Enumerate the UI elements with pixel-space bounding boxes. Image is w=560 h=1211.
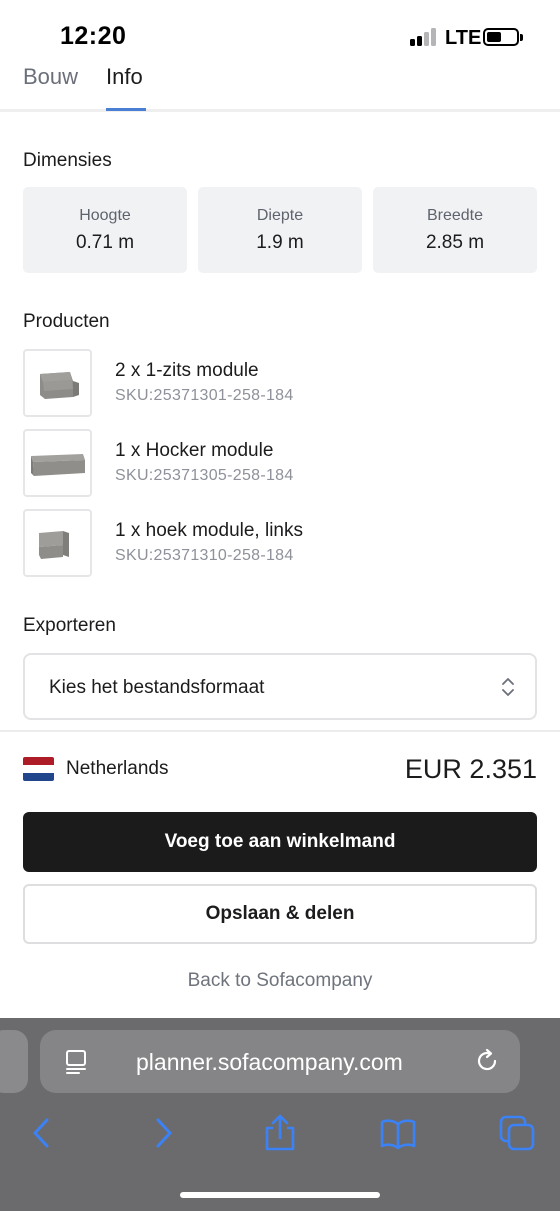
dimension-label: Breedte	[426, 207, 484, 224]
product-sku: SKU:25371301-258-184	[115, 387, 294, 404]
tab-bar: Bouw Info	[0, 60, 560, 112]
tab-info[interactable]: Info	[106, 64, 143, 90]
status-time: 12:20	[60, 22, 127, 50]
browser-toolbar: planner.sofacompany.com	[0, 1018, 560, 1211]
product-thumbnail	[23, 429, 92, 497]
product-name: 1 x Hocker module	[115, 440, 274, 461]
active-tab-indicator	[106, 108, 146, 111]
status-bar: 12:20 LTE	[0, 0, 560, 60]
back-to-sofacompany-link[interactable]: Back to Sofacompany	[0, 970, 560, 992]
dimension-card-height: Hoogte 0.71 m	[23, 187, 187, 273]
product-sku: SKU:25371310-258-184	[115, 547, 294, 564]
product-name: 2 x 1-zits module	[115, 360, 259, 381]
share-icon[interactable]	[261, 1114, 299, 1152]
file-format-select[interactable]: Kies het bestandsformaat	[23, 653, 537, 720]
country-selector[interactable]: Netherlands	[66, 758, 168, 780]
home-indicator[interactable]	[180, 1192, 380, 1198]
tab-bouw[interactable]: Bouw	[23, 64, 78, 90]
dimension-label: Diepte	[256, 207, 304, 224]
page-icon[interactable]	[64, 1049, 88, 1075]
sofa-module-icon	[40, 372, 79, 399]
add-to-cart-button[interactable]: Voeg toe aan winkelmand	[23, 812, 537, 872]
product-sku: SKU:25371305-258-184	[115, 467, 294, 484]
product-name: 1 x hoek module, links	[115, 520, 303, 541]
network-type: LTE	[445, 27, 482, 49]
chevron-right-icon[interactable]	[144, 1114, 182, 1152]
product-thumbnail	[23, 509, 92, 577]
flag-stripe-red	[23, 757, 54, 765]
corner-module-icon	[39, 531, 69, 559]
divider	[0, 730, 560, 732]
netherlands-flag-icon	[23, 757, 54, 781]
book-icon[interactable]	[379, 1114, 417, 1152]
select-value: Kies het bestandsformaat	[49, 677, 265, 698]
flag-stripe-blue	[23, 773, 54, 781]
flag-stripe-white	[23, 765, 54, 773]
dimension-label: Hoogte	[79, 207, 131, 224]
export-title: Exporteren	[23, 615, 116, 636]
dimension-value: 0.71 m	[75, 232, 135, 253]
product-item[interactable]: 2 x 1-zits module SKU:25371301-258-184	[23, 349, 537, 417]
dimension-value: 2.85 m	[425, 232, 485, 253]
address-bar[interactable]: planner.sofacompany.com	[40, 1030, 520, 1093]
chevron-up-down-icon	[502, 678, 514, 696]
dimensions-title: Dimensies	[23, 150, 112, 171]
dimension-card-depth: Diepte 1.9 m	[198, 187, 362, 273]
previous-tab-preview[interactable]	[0, 1030, 28, 1093]
dimension-card-width: Breedte 2.85 m	[373, 187, 537, 273]
url-text: planner.sofacompany.com	[136, 1049, 403, 1075]
battery-cap	[520, 34, 523, 41]
reload-icon[interactable]	[474, 1048, 500, 1074]
product-thumbnail	[23, 349, 92, 417]
chevron-left-icon[interactable]	[23, 1114, 61, 1152]
ottoman-module-icon	[31, 454, 85, 476]
battery-icon	[483, 28, 519, 46]
product-item[interactable]: 1 x Hocker module SKU:25371305-258-184	[23, 429, 537, 497]
save-share-button[interactable]: Opslaan & delen	[23, 884, 537, 944]
dimension-value: 1.9 m	[256, 232, 304, 253]
products-title: Producten	[23, 311, 110, 332]
signal-icon	[410, 28, 438, 46]
product-item[interactable]: 1 x hoek module, links SKU:25371310-258-…	[23, 509, 537, 577]
tabs-icon[interactable]	[498, 1114, 536, 1152]
total-price: EUR 2.351	[404, 754, 537, 784]
